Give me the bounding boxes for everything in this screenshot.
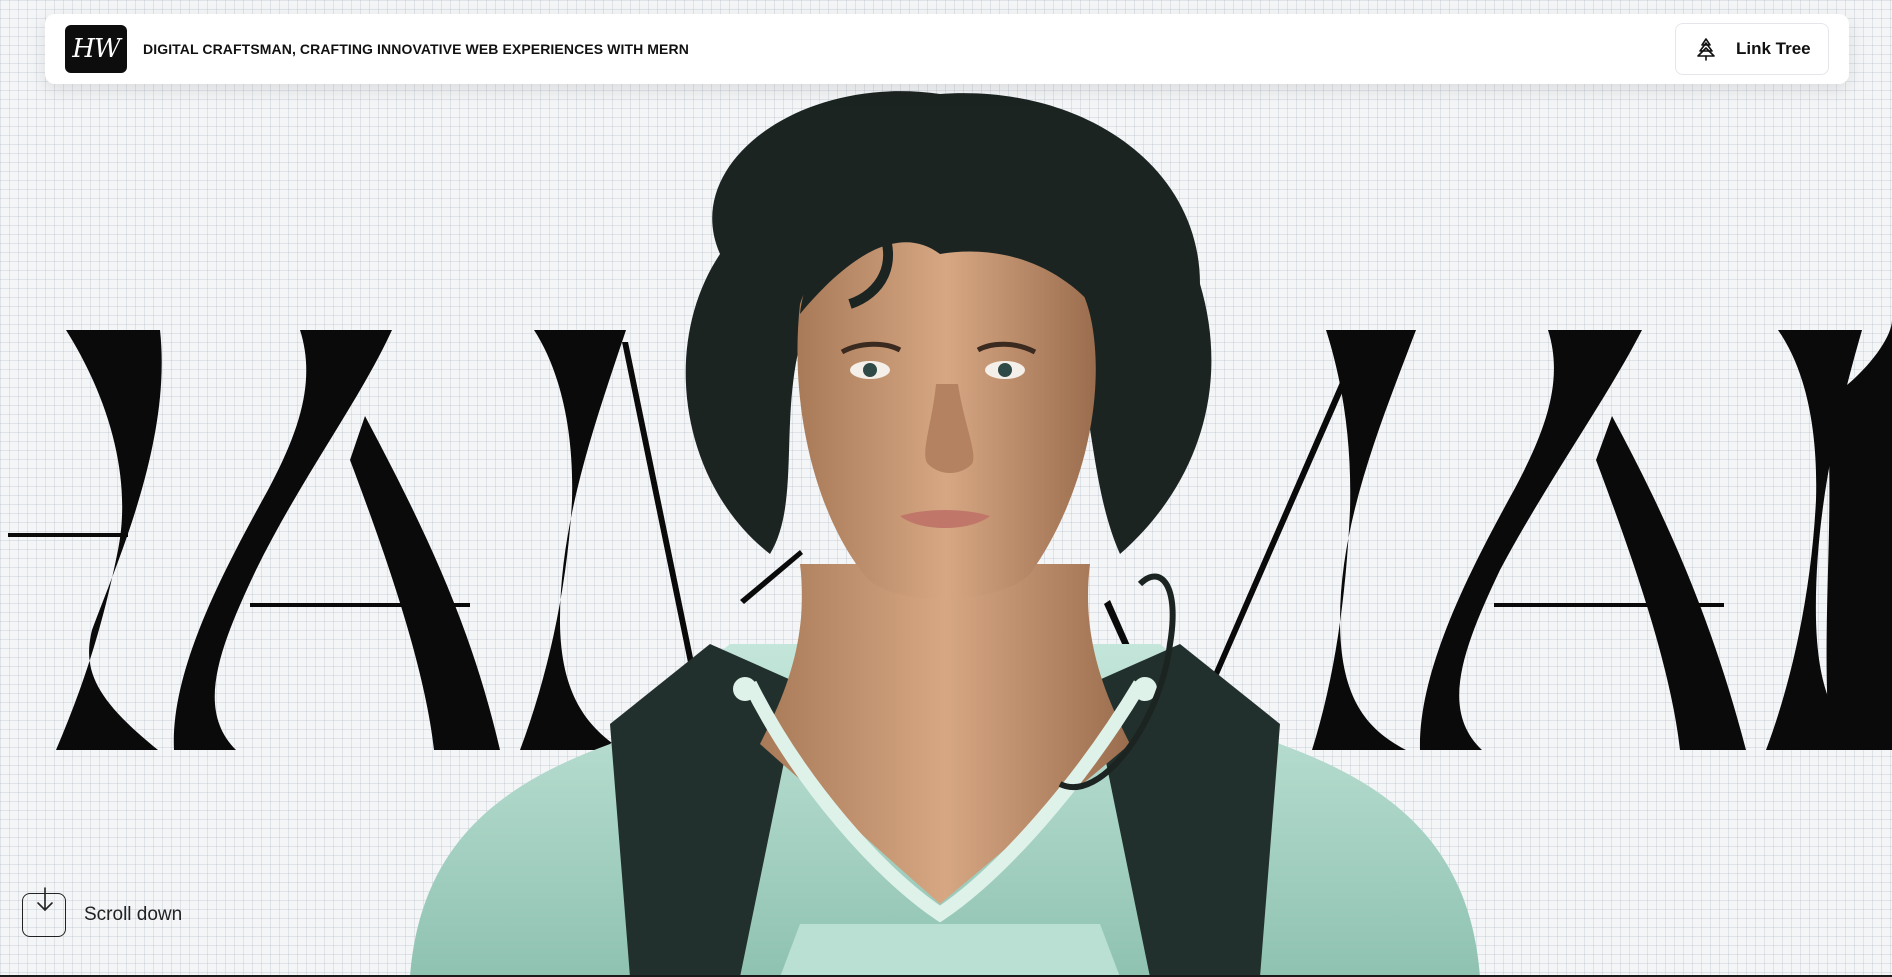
astronaut-portrait-illustration [410, 91, 1480, 977]
suit-chest-plate [780, 924, 1120, 977]
letter-crossbar-left [8, 533, 128, 537]
link-tree-button[interactable]: Link Tree [1675, 23, 1829, 75]
scroll-down-label: Scroll down [84, 904, 183, 925]
logo[interactable]: HW [65, 25, 127, 73]
scroll-down[interactable]: Scroll down [22, 887, 183, 937]
tree-icon [1697, 38, 1715, 61]
top-header: HW DIGITAL CRAFTSMAN, CRAFTING INNOVATIV… [45, 14, 1849, 84]
letter-a-1-left [173, 330, 392, 750]
letter-a-2-bar [1494, 603, 1724, 607]
link-tree-label: Link Tree [1736, 39, 1811, 58]
letter-stroke-1 [56, 330, 162, 750]
scroll-down-button[interactable] [22, 887, 66, 937]
letter-a-2-right [1596, 416, 1746, 750]
logo-text: HW [72, 34, 120, 64]
tagline: DIGITAL CRAFTSMAN, CRAFTING INNOVATIVE W… [143, 41, 689, 57]
arrow-down-icon [37, 887, 53, 912]
